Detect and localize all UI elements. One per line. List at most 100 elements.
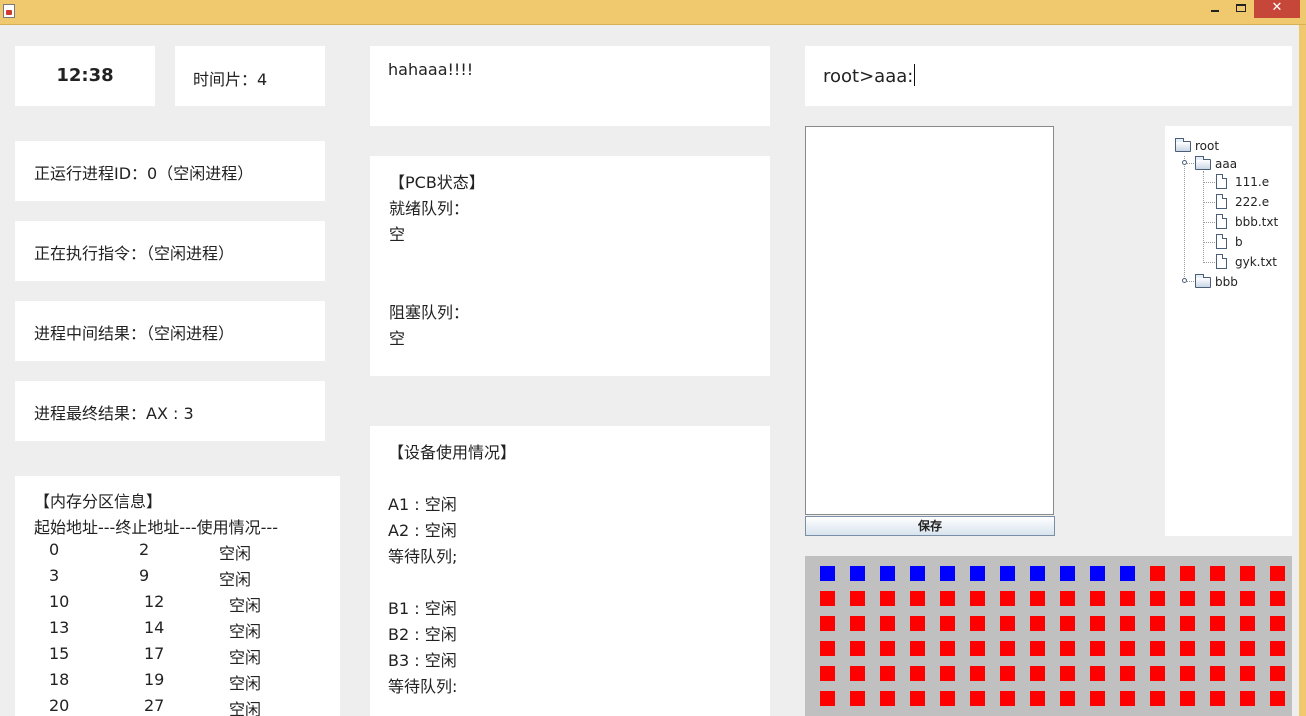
memory-row: 20 27 空闲 bbox=[15, 696, 340, 716]
disk-block-free bbox=[1000, 616, 1015, 631]
disk-block-free bbox=[1270, 566, 1285, 581]
expand-handle-icon[interactable] bbox=[1182, 160, 1187, 165]
device-a-wait-queue: 等待队列; bbox=[388, 547, 458, 566]
memory-usage: 空闲 bbox=[229, 674, 262, 693]
disk-block-free bbox=[1060, 691, 1075, 706]
close-button[interactable]: ✕ bbox=[1254, 0, 1300, 18]
disk-block-free bbox=[1150, 566, 1165, 581]
disk-block-free bbox=[940, 616, 955, 631]
pcb-status-panel: 【PCB状态】 就绪队列： 空 阻塞队列： 空 bbox=[370, 156, 770, 376]
minimize-button[interactable] bbox=[1202, 0, 1228, 18]
disk-block-free bbox=[880, 666, 895, 681]
disk-block-free bbox=[1030, 691, 1045, 706]
memory-row: 15 17 空闲 bbox=[15, 644, 340, 670]
device-b-wait-queue: 等待队列: bbox=[388, 677, 458, 696]
message-text: hahaaa!!!! bbox=[388, 60, 474, 79]
disk-block-used bbox=[880, 566, 895, 581]
tree-node-label: aaa bbox=[1215, 157, 1238, 171]
disk-block-free bbox=[1240, 691, 1255, 706]
disk-block-free bbox=[1000, 666, 1015, 681]
disk-block-free bbox=[820, 641, 835, 656]
close-icon: ✕ bbox=[1271, 0, 1283, 15]
command-prompt-text: root>aaa: bbox=[823, 66, 914, 87]
tree-node-label: gyk.txt bbox=[1235, 255, 1277, 269]
disk-block-free bbox=[1240, 591, 1255, 606]
tree-node-label: root bbox=[1195, 139, 1220, 153]
device-title: 【设备使用情况】 bbox=[388, 443, 517, 462]
disk-block-free bbox=[940, 691, 955, 706]
disk-block-free bbox=[1060, 666, 1075, 681]
disk-block-free bbox=[1210, 591, 1225, 606]
disk-block-free bbox=[1030, 666, 1045, 681]
device-usage-panel: 【设备使用情况】 A1 : 空闲 A2 : 空闲 等待队列; B1 : 空闲 B… bbox=[370, 426, 770, 716]
maximize-icon bbox=[1236, 4, 1246, 12]
disk-block-free bbox=[850, 691, 865, 706]
executing-instruction-text: 正在执行指令：（空闲进程） bbox=[34, 244, 235, 263]
disk-block-free bbox=[1090, 691, 1105, 706]
maximize-button[interactable] bbox=[1228, 0, 1254, 18]
disk-block-free bbox=[1150, 691, 1165, 706]
clock-panel: 12:38 bbox=[15, 46, 155, 106]
disk-block-free bbox=[940, 641, 955, 656]
running-pid-text: 正运行进程ID：0（空闲进程） bbox=[34, 164, 254, 183]
memory-end: 19 bbox=[144, 670, 165, 689]
disk-block-free bbox=[1210, 691, 1225, 706]
time-slice-panel: 时间片：4 bbox=[175, 46, 325, 106]
disk-block-used bbox=[940, 566, 955, 581]
folder-icon bbox=[1175, 138, 1191, 152]
disk-block-free bbox=[1030, 591, 1045, 606]
memory-start: 0 bbox=[49, 540, 60, 559]
intermediate-result-text: 进程中间结果：（空闲进程） bbox=[34, 324, 235, 343]
disk-block-used bbox=[1000, 566, 1015, 581]
save-button[interactable]: 保存 bbox=[805, 516, 1055, 536]
disk-block-free bbox=[880, 591, 895, 606]
disk-block-free bbox=[910, 616, 925, 631]
expand-handle-icon[interactable] bbox=[1182, 278, 1187, 283]
disk-block-free bbox=[1000, 641, 1015, 656]
disk-block-used bbox=[820, 566, 835, 581]
disk-block-free bbox=[1120, 591, 1135, 606]
disk-block-used bbox=[1060, 566, 1075, 581]
memory-start: 3 bbox=[49, 566, 60, 585]
disk-block-free bbox=[1150, 591, 1165, 606]
blocked-queue-label: 阻塞队列： bbox=[389, 303, 470, 322]
disk-block-free bbox=[1000, 691, 1015, 706]
file-icon bbox=[1216, 194, 1227, 209]
running-pid-panel: 正运行进程ID：0（空闲进程） bbox=[15, 141, 325, 201]
memory-end: 2 bbox=[139, 540, 150, 559]
disk-block-free bbox=[880, 691, 895, 706]
device-a2: A2 : 空闲 bbox=[388, 521, 457, 540]
final-result-text: 进程最终结果：AX : 3 bbox=[34, 404, 194, 423]
memory-end: 12 bbox=[144, 592, 165, 611]
file-editor-textarea[interactable] bbox=[805, 126, 1054, 515]
memory-row: 0 2 空闲 bbox=[15, 540, 340, 566]
folder-icon bbox=[1195, 156, 1211, 170]
disk-block-free bbox=[940, 591, 955, 606]
memory-row: 10 12 空闲 bbox=[15, 592, 340, 618]
disk-block-free bbox=[1180, 591, 1195, 606]
disk-block-free bbox=[1210, 616, 1225, 631]
disk-block-free bbox=[1270, 666, 1285, 681]
window-border bbox=[1299, 25, 1306, 716]
tree-node-label: 111.e bbox=[1235, 175, 1270, 189]
memory-end: 14 bbox=[144, 618, 165, 637]
tree-node-label: bbb.txt bbox=[1235, 215, 1279, 229]
disk-block-free bbox=[1210, 641, 1225, 656]
memory-usage: 空闲 bbox=[229, 622, 262, 641]
disk-block-used bbox=[910, 566, 925, 581]
disk-block-free bbox=[1060, 641, 1075, 656]
memory-usage: 空闲 bbox=[229, 596, 262, 615]
memory-header: 起始地址---终止地址---使用情况--- bbox=[34, 518, 278, 537]
disk-block-free bbox=[1120, 616, 1135, 631]
file-tree: root aaa 111.e 222.e bbb.txt b gyk.txt b… bbox=[1165, 126, 1292, 536]
disk-block-free bbox=[1240, 666, 1255, 681]
command-prompt: root>aaa: bbox=[823, 64, 916, 87]
disk-block-free bbox=[820, 691, 835, 706]
device-a1: A1 : 空闲 bbox=[388, 495, 457, 514]
memory-start: 15 bbox=[49, 644, 70, 663]
file-icon bbox=[1216, 174, 1227, 189]
memory-end: 27 bbox=[144, 696, 165, 715]
disk-block-map bbox=[805, 556, 1292, 716]
disk-block-free bbox=[820, 666, 835, 681]
command-input[interactable]: root>aaa: bbox=[805, 46, 1292, 106]
